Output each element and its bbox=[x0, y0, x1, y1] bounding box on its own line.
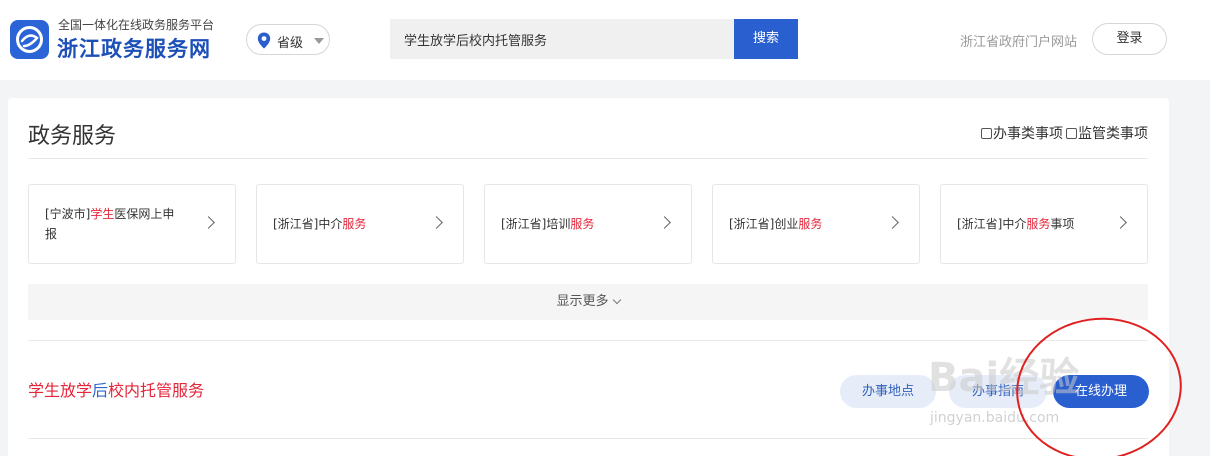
divider bbox=[28, 340, 1148, 341]
search-button[interactable]: 搜索 bbox=[734, 19, 798, 59]
service-tile[interactable]: [宁波市]学生医保网上申报 bbox=[28, 184, 236, 264]
region-selector[interactable]: 省级 bbox=[246, 24, 330, 55]
chevron-right-icon bbox=[202, 216, 215, 229]
service-tile[interactable]: [浙江省]创业服务 bbox=[712, 184, 920, 264]
search-input[interactable] bbox=[390, 19, 734, 59]
result-item-title[interactable]: 学生放学后校内托管服务 bbox=[28, 377, 204, 401]
top-header: 全国一体化在线政务服务平台 浙江政务服务网 省级 搜索 浙江省政府门户网站 登录 bbox=[0, 0, 1210, 80]
tile-text: [浙江省]中介服务事项 bbox=[957, 217, 1075, 231]
section-title: 政务服务 bbox=[28, 124, 117, 149]
government-portal-link[interactable]: 浙江省政府门户网站 bbox=[960, 31, 1077, 50]
tile-text: [浙江省]培训服务 bbox=[501, 217, 595, 231]
filter-label-service: 办事类事项 bbox=[993, 126, 1063, 142]
location-pin-icon bbox=[257, 32, 271, 53]
tile-text: [浙江省]创业服务 bbox=[729, 217, 823, 231]
filter-group: 办事类事项 监管类事项 bbox=[981, 123, 1148, 143]
location-button[interactable]: 办事地点 bbox=[840, 375, 936, 408]
checkbox-service-items[interactable] bbox=[981, 128, 992, 139]
show-more-label: 显示更多 bbox=[556, 294, 609, 309]
platform-subtitle: 全国一体化在线政务服务平台 bbox=[58, 18, 215, 32]
service-tile[interactable]: [浙江省]中介服务事项 bbox=[940, 184, 1148, 264]
checkbox-supervision-items[interactable] bbox=[1066, 128, 1077, 139]
region-label: 省级 bbox=[277, 36, 304, 51]
chevron-right-icon bbox=[1114, 216, 1127, 229]
tile-text: [宁波市]学生医保网上申报 bbox=[45, 207, 175, 241]
chevron-down-icon bbox=[612, 295, 621, 305]
site-logo-icon[interactable] bbox=[10, 20, 49, 59]
caret-down-icon bbox=[314, 38, 324, 44]
chevron-right-icon bbox=[886, 216, 899, 229]
service-tile[interactable]: [浙江省]培训服务 bbox=[484, 184, 692, 264]
chevron-right-icon bbox=[658, 216, 671, 229]
filter-label-supervision: 监管类事项 bbox=[1078, 126, 1148, 142]
login-button[interactable]: 登录 bbox=[1092, 23, 1167, 55]
service-tile[interactable]: [浙江省]中介服务 bbox=[256, 184, 464, 264]
site-name[interactable]: 浙江政务服务网 bbox=[57, 33, 211, 63]
show-more-button[interactable]: 显示更多 bbox=[28, 284, 1148, 320]
divider bbox=[28, 438, 1148, 439]
divider bbox=[28, 158, 1148, 159]
chevron-right-icon bbox=[430, 216, 443, 229]
tile-text: [浙江省]中介服务 bbox=[273, 217, 367, 231]
